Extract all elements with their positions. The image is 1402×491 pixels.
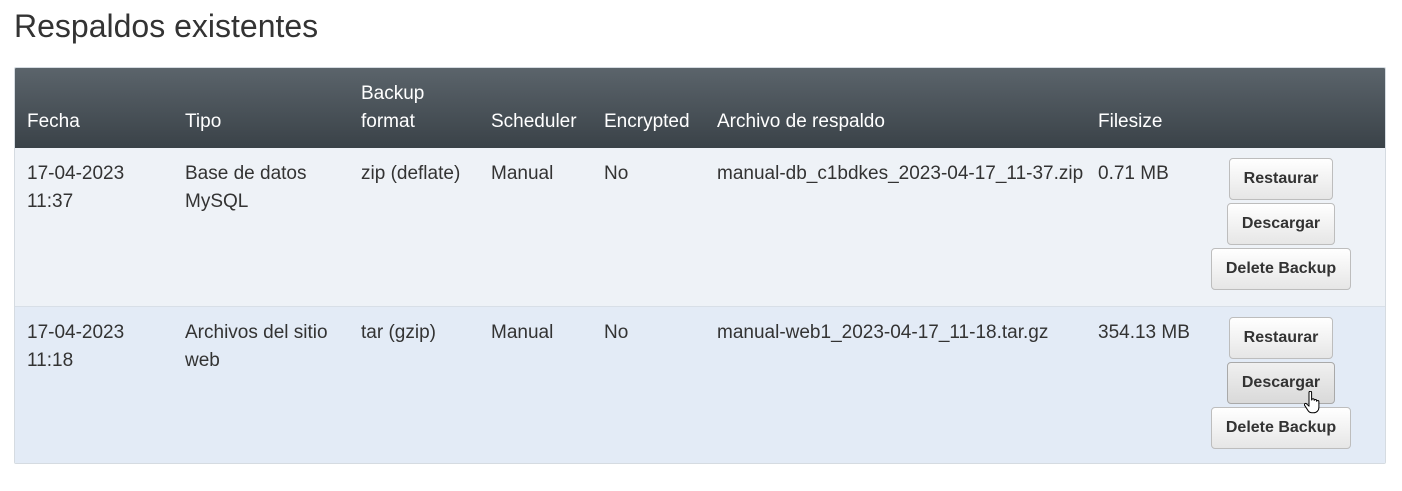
cell-tipo: Base de datos MySQL — [185, 163, 307, 212]
column-header-actions — [1201, 68, 1385, 148]
delete-backup-button[interactable]: Delete Backup — [1210, 406, 1352, 449]
cell-fecha: 17-04-2023 11:37 — [27, 163, 125, 212]
cell-scheduler: Manual — [491, 163, 554, 184]
cell-actions: Restaurar Descargar Delete Backup — [1201, 148, 1385, 306]
table-row: 17-04-2023 11:18 Archivos del sitio web … — [15, 306, 1385, 463]
cell-format: zip (deflate) — [361, 163, 461, 184]
cell-tipo: Archivos del sitio web — [185, 321, 328, 371]
column-header-scheduler: Scheduler — [491, 111, 577, 132]
delete-backup-button[interactable]: Delete Backup — [1210, 248, 1352, 290]
cell-fecha: 17-04-2023 11:18 — [27, 321, 125, 371]
hand-pointer-icon — [1304, 391, 1320, 414]
column-header-filesize: Filesize — [1098, 111, 1163, 132]
cell-scheduler: Manual — [491, 321, 554, 343]
cell-archivo: manual-db_c1bdkes_2023-04-17_11-37.zip — [717, 163, 1084, 184]
table-header-row: Fecha Tipo Backup format Scheduler Encry… — [15, 68, 1385, 148]
cell-filesize: 0.71 MB — [1098, 163, 1169, 184]
column-header-encrypted: Encrypted — [604, 111, 690, 132]
restore-button[interactable]: Restaurar — [1228, 316, 1334, 359]
cell-actions: Restaurar Descargar Delete Backup — [1201, 306, 1385, 463]
action-buttons: Restaurar Descargar Delete Backup — [1207, 316, 1355, 449]
column-header-backup-format: Backup format — [361, 83, 425, 132]
cell-filesize: 354.13 MB — [1098, 321, 1190, 343]
column-header-tipo: Tipo — [185, 111, 222, 132]
table-row: 17-04-2023 11:37 Base de datos MySQL zip… — [15, 148, 1385, 306]
cell-encrypted: No — [604, 163, 629, 184]
column-header-fecha: Fecha — [27, 111, 80, 132]
page-title: Respaldos existentes — [14, 8, 319, 44]
action-buttons: Restaurar Descargar Delete Backup — [1207, 158, 1355, 290]
restore-button[interactable]: Restaurar — [1228, 158, 1334, 200]
cell-encrypted: No — [604, 321, 629, 343]
cell-archivo: manual-web1_2023-04-17_11-18.tar.gz — [717, 321, 1049, 343]
cell-format: tar (gzip) — [361, 321, 436, 343]
backups-table: Fecha Tipo Backup format Scheduler Encry… — [14, 67, 1386, 464]
column-header-archivo: Archivo de respaldo — [717, 111, 885, 132]
download-button[interactable]: Descargar — [1226, 203, 1336, 245]
